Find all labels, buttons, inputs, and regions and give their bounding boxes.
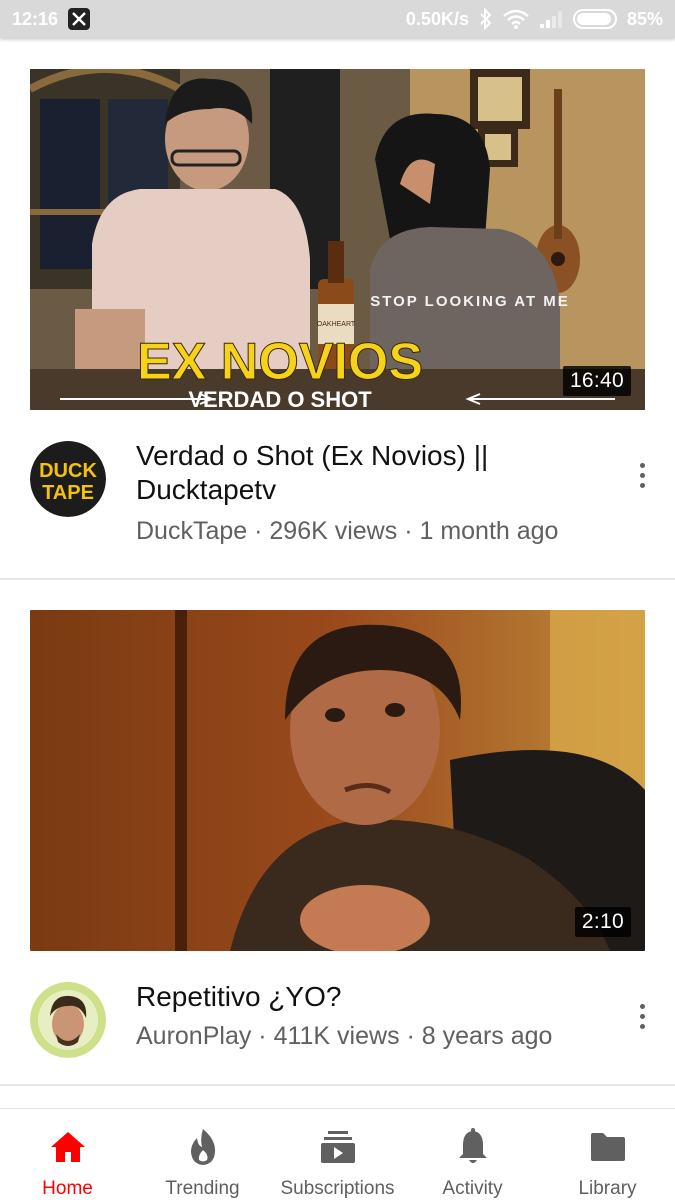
video-meta[interactable]: DUCK TAPE Verdad o Shot (Ex Novios) || D… (0, 439, 675, 559)
nav-activity[interactable]: Activity (405, 1109, 540, 1200)
subscriptions-icon (318, 1127, 358, 1166)
signal-icon (539, 11, 562, 28)
video-feed[interactable]: OAKHEART STOP LOOKING AT ME EX NOVIOS VE… (0, 38, 675, 1108)
nav-label: Activity (442, 1178, 503, 1199)
auronplay-avatar-image (30, 982, 106, 1058)
ducktape-logo: DUCK TAPE (30, 441, 106, 517)
status-left: 12:16 (12, 8, 91, 30)
video-title[interactable]: Repetitivo ¿YO? (136, 980, 606, 1014)
thumbnail-headline: EX NOVIOS (137, 333, 423, 391)
home-icon (48, 1127, 88, 1166)
svg-text:DUCK: DUCK (39, 460, 97, 482)
more-options-button[interactable] (628, 996, 656, 1036)
bluetooth-icon (480, 8, 492, 30)
thumbnail-image (30, 610, 645, 951)
more-vert-icon (639, 1003, 645, 1009)
byline-separator: · (397, 517, 420, 545)
nav-library[interactable]: Library (540, 1109, 675, 1200)
byline-separator: · (247, 517, 270, 545)
video-thumbnail[interactable]: 2:10 (30, 610, 645, 951)
network-speed: 0.50K/s (405, 8, 469, 29)
shirt-text: STOP LOOKING AT ME (370, 293, 570, 310)
view-count: 296K views (269, 517, 398, 545)
upload-age: 8 years ago (421, 1022, 553, 1050)
byline-separator: · (251, 1022, 274, 1050)
bottle-label: OAKHEART (317, 321, 356, 328)
byline-separator: · (399, 1022, 422, 1050)
thumbnail-image: OAKHEART STOP LOOKING AT ME EX NOVIOS VE… (30, 69, 645, 410)
folder-icon (588, 1127, 628, 1166)
thumbnail-subline: VERDAD O SHOT (188, 387, 372, 410)
channel-name[interactable]: AuronPlay (136, 1022, 251, 1050)
bottom-navigation: Home Trending Subscriptions Activity Lib… (0, 1108, 675, 1200)
svg-text:TAPE: TAPE (42, 482, 94, 504)
notification-tools-icon (68, 8, 91, 30)
more-options-button[interactable] (628, 455, 656, 495)
video-duration: 16:40 (562, 366, 631, 396)
view-count: 411K views (273, 1022, 400, 1050)
divider (0, 578, 675, 580)
video-byline: DuckTape · 296K views · 1 month ago (136, 517, 558, 546)
wifi-icon (503, 9, 529, 29)
status-bar: 12:16 0.50K/s 85% (0, 0, 675, 38)
upload-age: 1 month ago (419, 517, 559, 545)
bell-icon (453, 1127, 493, 1166)
video-meta[interactable]: Repetitivo ¿YO? AuronPlay · 411K views ·… (0, 980, 675, 1100)
video-title[interactable]: Verdad o Shot (Ex Novios) || Ducktapetv (136, 439, 606, 507)
battery-icon (572, 9, 617, 29)
channel-avatar[interactable]: DUCK TAPE (30, 441, 106, 517)
more-vert-icon (639, 462, 645, 468)
nav-label: Home (42, 1178, 93, 1199)
channel-name[interactable]: DuckTape (136, 517, 247, 545)
video-byline: AuronPlay · 411K views · 8 years ago (136, 1022, 552, 1051)
status-right: 0.50K/s 85% (406, 8, 663, 30)
flame-icon (183, 1127, 223, 1166)
nav-subscriptions[interactable]: Subscriptions (270, 1109, 405, 1200)
channel-avatar[interactable] (30, 982, 106, 1058)
nav-label: Subscriptions (280, 1178, 395, 1199)
video-duration: 2:10 (574, 907, 631, 937)
nav-home[interactable]: Home (0, 1109, 135, 1200)
video-thumbnail[interactable]: OAKHEART STOP LOOKING AT ME EX NOVIOS VE… (30, 69, 645, 410)
battery-level: 85% (626, 8, 663, 29)
nav-label: Library (578, 1178, 637, 1199)
clock: 12:16 (12, 8, 59, 29)
nav-label: Trending (165, 1178, 240, 1199)
nav-trending[interactable]: Trending (135, 1109, 270, 1200)
divider (0, 1084, 675, 1086)
